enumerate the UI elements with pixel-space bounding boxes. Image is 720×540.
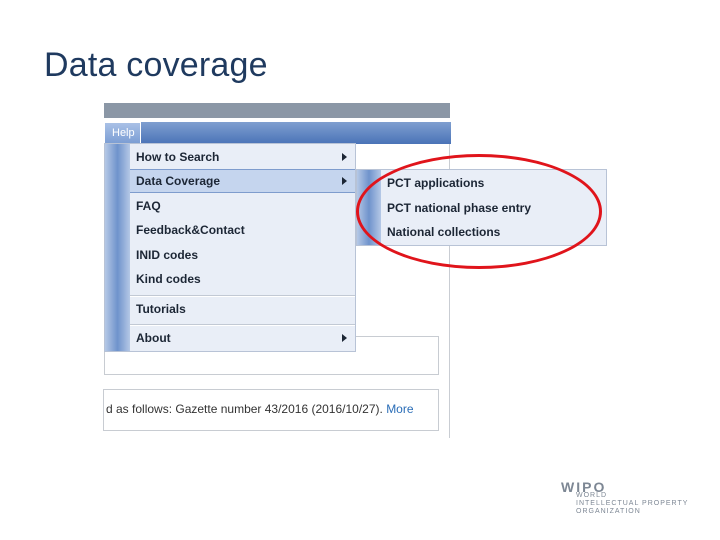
submenu-item-pct-applications[interactable]: PCT applications (381, 171, 606, 195)
menu-item-data-coverage[interactable]: Data Coverage (130, 169, 355, 193)
wipo-logo: WIPO WORLD INTELLECTUAL PROPERTY ORGANIZ… (561, 479, 701, 519)
menu-item-feedback-contact[interactable]: Feedback&Contact (130, 218, 355, 242)
menu-item-label: How to Search (136, 150, 220, 164)
menu-bar: Help (104, 122, 451, 144)
news-box: d as follows: Gazette number 43/2016 (20… (103, 389, 439, 431)
menu-item-label: Kind codes (136, 272, 201, 286)
data-coverage-submenu: PCT applications PCT national phase entr… (356, 169, 607, 246)
logo-line-3: ORGANIZATION (576, 508, 641, 515)
menu-icon-strip (357, 170, 381, 245)
window-top-bar (104, 103, 450, 118)
help-menu: How to Search Data Coverage FAQ Feedback… (104, 143, 356, 352)
menu-icon-strip (105, 144, 130, 351)
help-menu-tab[interactable]: Help (104, 122, 141, 144)
menu-item-kind-codes[interactable]: Kind codes (130, 267, 355, 291)
more-link[interactable]: More (386, 402, 413, 416)
menu-item-label: FAQ (136, 199, 161, 213)
menu-item-about[interactable]: About (130, 326, 355, 350)
menu-item-tutorials[interactable]: Tutorials (130, 297, 355, 321)
menu-item-label: Feedback&Contact (136, 223, 245, 237)
gazette-text: d as follows: Gazette number 43/2016 (20… (106, 402, 383, 416)
submenu-item-national-collections[interactable]: National collections (381, 220, 606, 244)
menu-item-label: About (136, 331, 171, 345)
submenu-item-label: National collections (387, 225, 501, 239)
submenu-arrow-icon (342, 177, 347, 185)
menu-item-how-to-search[interactable]: How to Search (130, 145, 355, 169)
submenu-arrow-icon (342, 334, 347, 342)
news-text: d as follows: Gazette number 43/2016 (20… (106, 402, 414, 416)
menu-item-inid-codes[interactable]: INID codes (130, 243, 355, 267)
slide-title: Data coverage (44, 46, 268, 84)
menu-item-label: Data Coverage (136, 174, 221, 188)
logo-line-1: WORLD (576, 492, 608, 499)
submenu-item-pct-national-phase-entry[interactable]: PCT national phase entry (381, 196, 606, 220)
submenu-item-label: PCT applications (387, 176, 485, 190)
submenu-item-label: PCT national phase entry (387, 201, 532, 215)
menu-item-faq[interactable]: FAQ (130, 194, 355, 218)
submenu-arrow-icon (342, 153, 347, 161)
menu-item-label: Tutorials (136, 302, 186, 316)
logo-line-2: INTELLECTUAL PROPERTY (576, 500, 689, 507)
menu-item-label: INID codes (136, 248, 199, 262)
